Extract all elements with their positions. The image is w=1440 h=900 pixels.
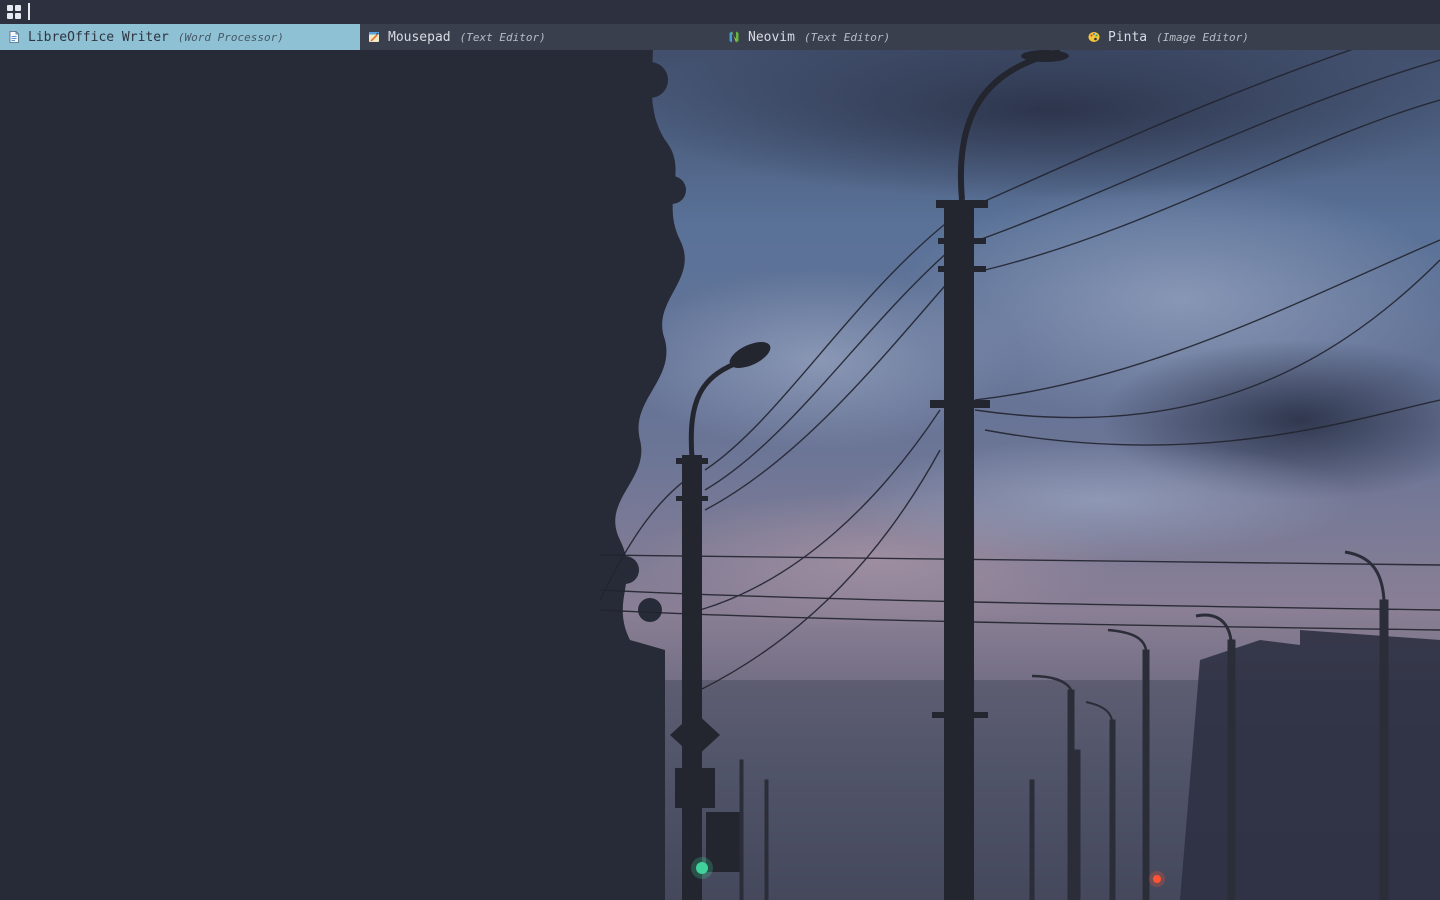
result-libreoffice-writer[interactable]: LibreOffice Writer (Word Processor) [0, 24, 360, 50]
app-grid-icon [7, 5, 21, 19]
result-name: LibreOffice Writer [28, 29, 169, 45]
libreoffice-writer-icon [9, 31, 19, 43]
result-mousepad[interactable]: Mousepad (Text Editor) [360, 24, 720, 50]
pinta-icon [1088, 32, 1100, 42]
result-description: (Word Processor) [177, 30, 284, 44]
result-description: (Text Editor) [459, 30, 546, 44]
result-name: Pinta [1108, 29, 1148, 45]
wallpaper [0, 0, 1440, 900]
text-cursor [28, 3, 30, 20]
neovim-icon [729, 31, 739, 43]
mousepad-icon [369, 32, 379, 42]
launcher-search-input[interactable] [28, 3, 1408, 21]
result-description: (Image Editor) [1156, 30, 1249, 44]
result-name: Neovim [748, 29, 795, 45]
launcher-results: LibreOffice Writer (Word Processor) Mous… [0, 24, 1440, 50]
result-neovim[interactable]: Neovim (Text Editor) [720, 24, 1080, 50]
desktop: LibreOffice Writer (Word Processor) Mous… [0, 0, 1440, 900]
result-pinta[interactable]: Pinta (Image Editor) [1080, 24, 1440, 50]
launcher-prompt-bar [0, 0, 1440, 24]
result-name: Mousepad [388, 29, 451, 45]
result-description: (Text Editor) [803, 30, 891, 44]
